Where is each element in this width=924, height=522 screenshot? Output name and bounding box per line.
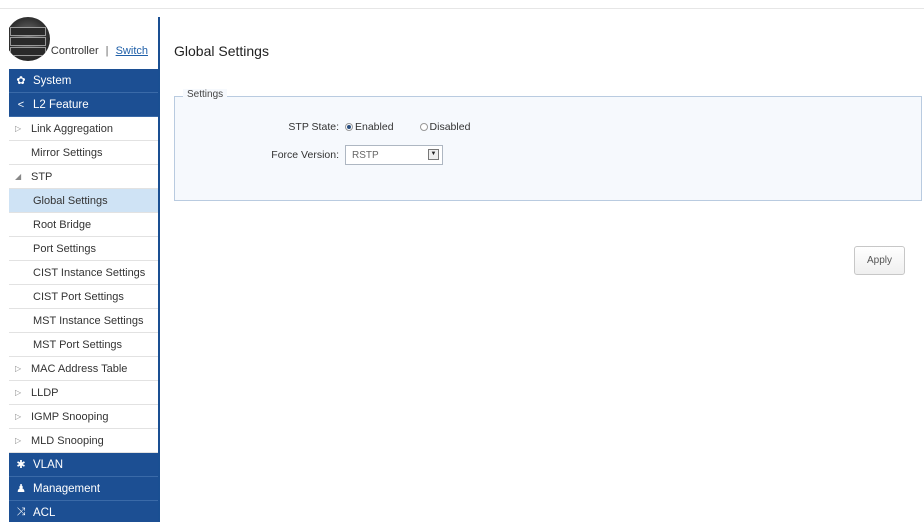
radio-label: Disabled [429, 121, 471, 133]
sidebar-item-label: Link Aggregation [31, 122, 113, 135]
sidebar-item-label: Global Settings [33, 194, 108, 207]
sidebar-item-label: Port Settings [33, 242, 96, 255]
gear-icon: ✿ [16, 75, 26, 87]
brand-area: Controller | Switch [9, 17, 158, 69]
mode-separator: | [105, 45, 109, 57]
menu-header-label: System [33, 74, 72, 87]
stp-disabled-option[interactable]: Disabled [419, 121, 471, 133]
sidebar-item-stp[interactable]: ◢ STP [9, 165, 158, 189]
sidebar-item-label: LLDP [31, 386, 59, 399]
switch-link[interactable]: Switch [116, 45, 148, 57]
switch-device-icon [9, 17, 50, 61]
menu-header-label: Management [33, 482, 101, 495]
menu-header-management[interactable]: ♟ Management [9, 477, 158, 501]
sidebar-item-lldp[interactable]: ▷ LLDP [9, 381, 158, 405]
expand-arrow-icon: ▷ [15, 412, 22, 421]
page-title: Global Settings [174, 43, 269, 59]
radio-unselected[interactable] [419, 123, 428, 131]
menu-header-label: VLAN [33, 458, 64, 471]
sidebar-item-label: CIST Port Settings [33, 290, 124, 303]
menu-header-system[interactable]: ✿ System [9, 69, 158, 93]
stp-state-label: STP State: [288, 121, 339, 133]
sidebar-item-label: IGMP Snooping [31, 410, 109, 423]
radio-selected[interactable] [345, 123, 353, 131]
expand-arrow-icon: ▷ [15, 124, 22, 133]
share-icon: < [17, 98, 25, 111]
rack-unit [10, 47, 46, 56]
sidebar-item-label: Root Bridge [33, 218, 92, 231]
sidebar-item-label: CIST Instance Settings [33, 266, 146, 279]
force-version-label: Force Version: [271, 149, 339, 161]
rack-unit [10, 27, 46, 36]
sidebar-item-link-aggregation[interactable]: ▷ Link Aggregation [9, 117, 158, 141]
mode-links: Controller | Switch [51, 45, 148, 57]
sidebar-item-label: STP [31, 170, 53, 183]
sidebar: Controller | Switch ✿ System < L2 Featur… [9, 17, 160, 522]
sidebar-item-mirror-settings[interactable]: Mirror Settings [9, 141, 158, 165]
force-version-select[interactable]: RSTP ▼ [345, 145, 443, 165]
radio-label: Enabled [355, 121, 394, 133]
menu-header-l2-feature[interactable]: < L2 Feature [9, 93, 158, 117]
collapse-arrow-icon: ◢ [15, 172, 22, 181]
menu-header-label: ACL [33, 506, 56, 519]
sidebar-item-cist-port-settings[interactable]: CIST Port Settings [9, 285, 158, 309]
sidebar-item-cist-instance-settings[interactable]: CIST Instance Settings [9, 261, 158, 285]
sidebar-item-mst-port-settings[interactable]: MST Port Settings [9, 333, 158, 357]
expand-arrow-icon: ▷ [15, 388, 22, 397]
dropdown-arrow-icon[interactable]: ▼ [428, 149, 439, 160]
controller-link[interactable]: Controller [51, 45, 99, 57]
expand-arrow-icon: ▷ [15, 436, 22, 445]
stp-enabled-option[interactable]: Enabled [345, 121, 394, 133]
sidebar-item-label: MAC Address Table [31, 362, 128, 375]
expand-arrow-icon: ▷ [15, 364, 22, 373]
sidebar-item-label: MLD Snooping [31, 434, 104, 447]
menu-header-label: L2 Feature [33, 98, 89, 111]
sidebar-item-label: MST Port Settings [33, 338, 123, 351]
sidebar-item-mac-address-table[interactable]: ▷ MAC Address Table [9, 357, 158, 381]
rack-unit [10, 37, 46, 46]
stp-state-radio-group: Enabled Disabled [345, 121, 470, 133]
shuffle-icon: ⤨ [16, 506, 26, 518]
settings-fieldset: Settings STP State: Enabled Disabled For… [174, 89, 922, 201]
user-icon: ♟ [16, 483, 26, 495]
sidebar-item-label: Mirror Settings [31, 146, 103, 159]
top-bar [0, 0, 924, 9]
sidebar-item-root-bridge[interactable]: Root Bridge [9, 213, 158, 237]
sidebar-item-label: MST Instance Settings [33, 314, 144, 327]
sidebar-item-port-settings[interactable]: Port Settings [9, 237, 158, 261]
apply-button[interactable]: Apply [854, 246, 905, 275]
sidebar-item-mld-snooping[interactable]: ▷ MLD Snooping [9, 429, 158, 453]
sidebar-item-igmp-snooping[interactable]: ▷ IGMP Snooping [9, 405, 158, 429]
fieldset-legend: Settings [183, 89, 228, 100]
network-icon: ✱ [16, 459, 26, 471]
menu-header-vlan[interactable]: ✱ VLAN [9, 453, 158, 477]
sidebar-item-mst-instance-settings[interactable]: MST Instance Settings [9, 309, 158, 333]
menu-header-acl[interactable]: ⤨ ACL [9, 501, 158, 522]
select-value: RSTP [352, 149, 379, 161]
sidebar-item-global-settings[interactable]: Global Settings [9, 189, 158, 213]
